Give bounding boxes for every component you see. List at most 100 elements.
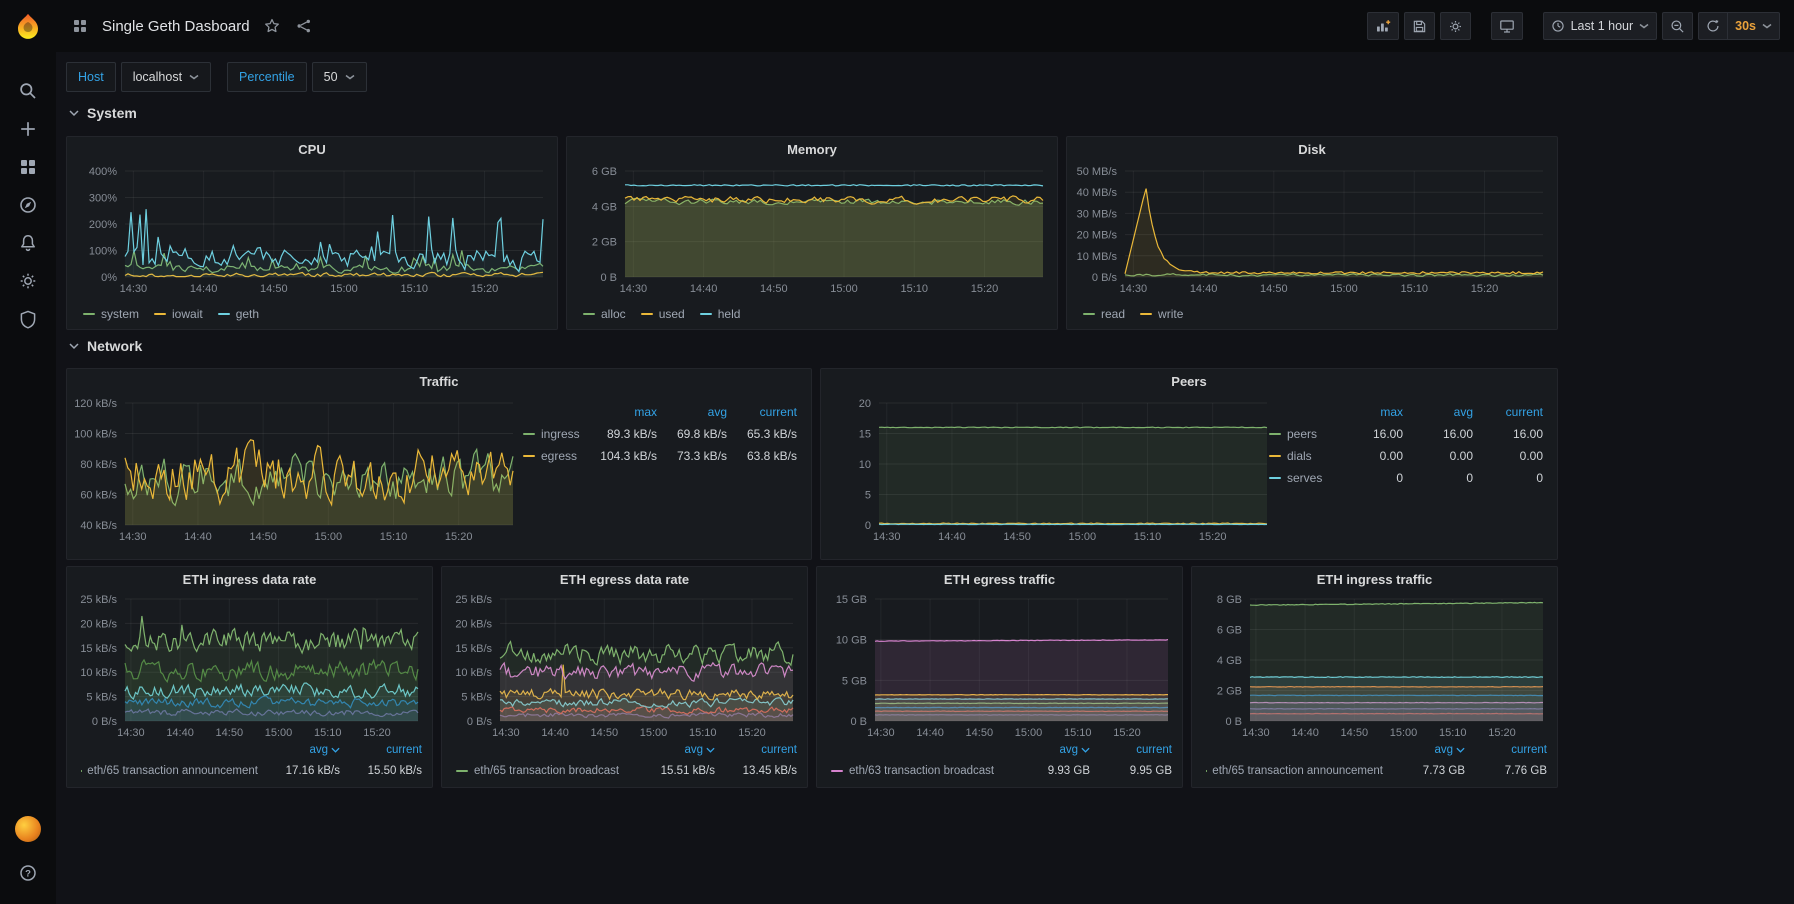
zoom-out-button[interactable] [1662, 12, 1693, 40]
legend-item[interactable]: serves [1269, 471, 1333, 485]
memory-chart-canvas[interactable]: 6 GB4 GB2 GB0 B14:3014:4014:5015:0015:10… [569, 165, 1051, 297]
legend-item[interactable]: system [83, 307, 139, 321]
svg-text:200%: 200% [89, 219, 117, 231]
configuration-gear-icon[interactable] [8, 264, 48, 298]
panel-title[interactable]: CPU [67, 137, 557, 163]
legend-item[interactable]: peers [1269, 427, 1333, 441]
panel-title[interactable]: Traffic [67, 369, 811, 395]
star-icon[interactable] [262, 16, 282, 36]
svg-text:5: 5 [865, 490, 871, 502]
variable-percentile-dropdown[interactable]: 50 [312, 62, 367, 92]
legend-sort-current[interactable]: current [340, 744, 422, 756]
legend-item[interactable]: eth/65 transaction announcement [81, 765, 258, 777]
row-header-network[interactable]: Network [68, 338, 142, 354]
explore-icon[interactable] [8, 188, 48, 222]
eth-egress-rate-chart-canvas[interactable]: 25 kB/s20 kB/s15 kB/s10 kB/s5 kB/s0 B/s1… [444, 593, 801, 741]
refresh-button[interactable] [1698, 12, 1728, 40]
legend-sort-avg[interactable]: avg [1403, 405, 1473, 419]
legend-item[interactable]: read [1083, 307, 1125, 321]
svg-text:14:40: 14:40 [938, 531, 966, 543]
legend-sort-current[interactable]: current [1090, 744, 1172, 756]
panel-title[interactable]: ETH egress traffic [817, 567, 1182, 593]
legend-value: 73.3 kB/s [657, 449, 727, 463]
user-avatar[interactable] [8, 812, 48, 846]
panel-title[interactable]: ETH egress data rate [442, 567, 807, 593]
legend-item[interactable]: used [641, 307, 685, 321]
traffic-chart-canvas[interactable]: 120 kB/s100 kB/s80 kB/s60 kB/s40 kB/s14:… [69, 397, 521, 545]
legend-sort-current[interactable]: current [727, 405, 797, 419]
legend-item[interactable]: eth/63 transaction broadcast [831, 765, 1008, 777]
dashboard-title[interactable]: Single Geth Dasboard [102, 18, 250, 35]
grafana-logo[interactable] [11, 10, 45, 44]
legend-sort-current[interactable]: current [715, 744, 797, 756]
legend-item[interactable]: dials [1269, 449, 1333, 463]
eth-egress-traffic-chart-canvas[interactable]: 15 GB10 GB5 GB0 B14:3014:4014:5015:0015:… [819, 593, 1176, 741]
svg-text:10 MB/s: 10 MB/s [1077, 251, 1118, 263]
svg-text:15:10: 15:10 [1400, 283, 1428, 295]
legend-item[interactable]: ingress [523, 427, 587, 441]
refresh-interval-dropdown[interactable]: 30s [1728, 12, 1780, 40]
legend-sort-current[interactable]: current [1473, 405, 1543, 419]
peers-chart-canvas[interactable]: 2015105014:3014:4014:5015:0015:1015:20 [823, 397, 1275, 545]
legend-sort-avg[interactable]: avg [1008, 744, 1090, 756]
variable-percentile-label[interactable]: Percentile [227, 62, 307, 92]
svg-text:10: 10 [859, 459, 871, 471]
panel-title[interactable]: Peers [821, 369, 1557, 395]
series-color-dash [641, 313, 653, 315]
legend-header-row: avg current [456, 739, 797, 760]
svg-text:14:30: 14:30 [492, 727, 520, 739]
dashboards-icon[interactable] [8, 150, 48, 184]
legend-value: 104.3 kB/s [587, 449, 657, 463]
legend-sort-avg[interactable]: avg [657, 405, 727, 419]
variable-host-label[interactable]: Host [66, 62, 116, 92]
save-dashboard-button[interactable] [1404, 12, 1435, 40]
disk-chart-canvas[interactable]: 50 MB/s40 MB/s30 MB/s20 MB/s10 MB/s0 B/s… [1069, 165, 1551, 297]
panel-title[interactable]: Disk [1067, 137, 1557, 163]
legend-item[interactable]: write [1140, 307, 1183, 321]
svg-text:14:40: 14:40 [916, 727, 944, 739]
add-panel-button[interactable] [1367, 12, 1399, 40]
legend-sort-avg[interactable]: avg [258, 744, 340, 756]
alerting-icon[interactable] [8, 226, 48, 260]
svg-text:14:40: 14:40 [1291, 727, 1319, 739]
avatar-image [15, 816, 41, 842]
legend-sort-avg[interactable]: avg [633, 744, 715, 756]
search-icon[interactable] [8, 74, 48, 108]
legend-sort-max[interactable]: max [587, 405, 657, 419]
peers-legend-table: maxavgcurrentpeers16.0016.0016.00dials0.… [1269, 401, 1543, 489]
legend-item[interactable]: alloc [583, 307, 626, 321]
legend-sort-max[interactable]: max [1333, 405, 1403, 419]
eth-ingress-rate-chart-canvas[interactable]: 25 kB/s20 kB/s15 kB/s10 kB/s5 kB/s0 B/s1… [69, 593, 426, 741]
dashboard-settings-button[interactable] [1440, 12, 1471, 40]
svg-text:14:30: 14:30 [117, 727, 145, 739]
dashboard-submenu: Host localhost Percentile 50 [66, 62, 367, 92]
legend-item[interactable]: egress [523, 449, 587, 463]
cycle-view-mode-button[interactable] [1491, 12, 1523, 40]
legend-item[interactable]: eth/65 transaction announcement [1206, 765, 1383, 777]
legend-item[interactable]: held [700, 307, 741, 321]
cpu-chart-canvas[interactable]: 400%300%200%100%0%14:3014:4014:5015:0015… [69, 165, 551, 297]
legend-item[interactable]: iowait [154, 307, 203, 321]
create-icon[interactable] [8, 112, 48, 146]
legend-sort-current[interactable]: current [1465, 744, 1547, 756]
svg-text:6 GB: 6 GB [592, 166, 617, 178]
legend-item[interactable]: geth [218, 307, 259, 321]
svg-text:40 MB/s: 40 MB/s [1077, 187, 1118, 199]
help-icon[interactable]: ? [8, 856, 48, 890]
time-range-picker[interactable]: Last 1 hour [1543, 12, 1658, 40]
svg-text:15:10: 15:10 [314, 727, 342, 739]
row-header-system[interactable]: System [68, 105, 137, 121]
panel-title[interactable]: ETH ingress data rate [67, 567, 432, 593]
variable-host-dropdown[interactable]: localhost [121, 62, 211, 92]
series-color-dash [456, 770, 468, 772]
share-icon[interactable] [294, 16, 314, 36]
svg-text:25 kB/s: 25 kB/s [455, 594, 492, 606]
legend-sort-avg[interactable]: avg [1383, 744, 1465, 756]
svg-text:15:00: 15:00 [265, 727, 293, 739]
legend-item[interactable]: eth/65 transaction broadcast [456, 765, 633, 777]
server-admin-shield-icon[interactable] [8, 302, 48, 336]
panel-title[interactable]: Memory [567, 137, 1057, 163]
eth-egress-rate-legend: avg currenteth/65 transaction broadcast1… [456, 739, 797, 781]
eth-ingress-traffic-chart-canvas[interactable]: 8 GB6 GB4 GB2 GB0 B14:3014:4014:5015:001… [1194, 593, 1551, 741]
panel-title[interactable]: ETH ingress traffic [1192, 567, 1557, 593]
